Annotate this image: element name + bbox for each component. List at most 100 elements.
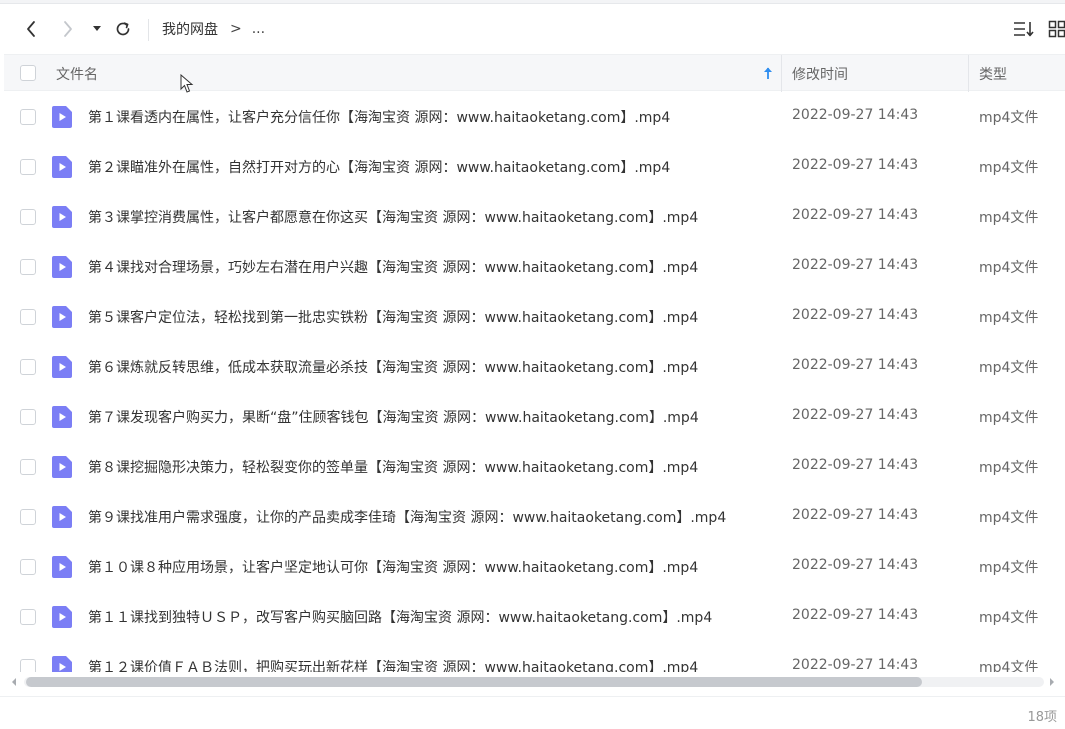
video-file-icon: [52, 256, 72, 278]
file-mtime: 2022-09-27 14:43: [792, 607, 919, 623]
row-checkbox[interactable]: [20, 259, 36, 275]
refresh-button[interactable]: [112, 18, 134, 40]
file-type: mp4文件: [979, 110, 1039, 126]
row-checkbox[interactable]: [20, 509, 36, 525]
forward-button[interactable]: [57, 18, 79, 40]
file-row[interactable]: 第８课挖掘隐形决策力，轻松裂变你的签单量【海淘宝资 源网：www.haitaok…: [4, 442, 1065, 492]
column-divider[interactable]: [968, 55, 969, 92]
file-row[interactable]: 第９课找准用户需求强度，让你的产品卖成李佳琦【海淘宝资 源网：www.haita…: [4, 492, 1065, 542]
scrollbar-thumb[interactable]: [26, 677, 922, 687]
file-browser-window: 我的网盘 > ... 文件名 修改时间 类型 第１课看透内在属性，让客户充分信任…: [0, 0, 1065, 729]
video-file-icon: [52, 456, 72, 478]
sort-ascending-indicator[interactable]: [761, 65, 775, 81]
caret-down-icon: [93, 26, 101, 31]
file-list-header: 文件名 修改时间 类型: [4, 54, 1065, 92]
breadcrumb-separator: >: [230, 21, 242, 37]
file-mtime: 2022-09-27 14:43: [792, 107, 919, 123]
file-type: mp4文件: [979, 160, 1039, 176]
file-name[interactable]: 第６课炼就反转思维，低成本获取流量必杀技【海淘宝资 源网：www.haitaok…: [88, 357, 698, 377]
sort-list-icon: [1014, 22, 1034, 37]
row-checkbox[interactable]: [20, 359, 36, 375]
select-all-checkbox[interactable]: [20, 65, 36, 81]
breadcrumb: 我的网盘 > ...: [162, 18, 265, 40]
breadcrumb-more[interactable]: ...: [252, 21, 265, 37]
file-mtime: 2022-09-27 14:43: [792, 657, 919, 672]
grid-view-icon: [1048, 20, 1065, 38]
mouse-cursor-icon: [180, 74, 194, 93]
column-header-mtime[interactable]: 修改时间: [792, 64, 848, 84]
file-row[interactable]: 第１０课８种应用场景，让客户坚定地认可你【海淘宝资 源网：www.haitaok…: [4, 542, 1065, 592]
sort-button[interactable]: [1012, 18, 1036, 40]
file-name[interactable]: 第２课瞄准外在属性，自然打开对方的心【海淘宝资 源网：www.haitaoket…: [88, 157, 670, 177]
file-mtime: 2022-09-27 14:43: [792, 407, 919, 423]
file-row[interactable]: 第１１课找到独特ＵＳＰ，改写客户购买脑回路【海淘宝资 源网：www.haitao…: [4, 592, 1065, 642]
video-file-icon: [52, 656, 72, 672]
file-name[interactable]: 第７课发现客户购买力，果断“盘”住顾客钱包【海淘宝资 源网：www.haitao…: [88, 407, 699, 427]
row-checkbox[interactable]: [20, 309, 36, 325]
file-mtime: 2022-09-27 14:43: [792, 207, 919, 223]
row-checkbox[interactable]: [20, 609, 36, 625]
toolbar: 我的网盘 > ...: [0, 4, 1065, 54]
row-checkbox[interactable]: [20, 659, 36, 672]
file-mtime: 2022-09-27 14:43: [792, 307, 919, 323]
video-file-icon: [52, 406, 72, 428]
file-row[interactable]: 第６课炼就反转思维，低成本获取流量必杀技【海淘宝资 源网：www.haitaok…: [4, 342, 1065, 392]
file-type: mp4文件: [979, 410, 1039, 426]
file-row[interactable]: 第５课客户定位法，轻松找到第一批忠实铁粉【海淘宝资 源网：www.haitaok…: [4, 292, 1065, 342]
file-type: mp4文件: [979, 460, 1039, 476]
file-name[interactable]: 第１１课找到独特ＵＳＰ，改写客户购买脑回路【海淘宝资 源网：www.haitao…: [88, 607, 712, 627]
video-file-icon: [52, 506, 72, 528]
file-row[interactable]: 第２课瞄准外在属性，自然打开对方的心【海淘宝资 源网：www.haitaoket…: [4, 142, 1065, 192]
refresh-icon: [116, 22, 130, 36]
video-file-icon: [52, 106, 72, 128]
row-checkbox[interactable]: [20, 459, 36, 475]
history-dropdown-button[interactable]: [88, 18, 106, 40]
file-type: mp4文件: [979, 310, 1039, 326]
file-type: mp4文件: [979, 560, 1039, 576]
file-name[interactable]: 第５课客户定位法，轻松找到第一批忠实铁粉【海淘宝资 源网：www.haitaok…: [88, 307, 698, 327]
horizontal-scrollbar[interactable]: [4, 673, 1065, 691]
file-type: mp4文件: [979, 210, 1039, 226]
row-checkbox[interactable]: [20, 159, 36, 175]
file-name[interactable]: 第９课找准用户需求强度，让你的产品卖成李佳琦【海淘宝资 源网：www.haita…: [88, 507, 726, 527]
column-header-type[interactable]: 类型: [979, 64, 1007, 84]
video-file-icon: [52, 556, 72, 578]
breadcrumb-root[interactable]: 我的网盘: [162, 19, 218, 39]
file-name[interactable]: 第４课找对合理场景，巧妙左右潜在用户兴趣【海淘宝资 源网：www.haitaok…: [88, 257, 698, 277]
chevron-left-icon: [27, 21, 35, 37]
file-row[interactable]: 第４课找对合理场景，巧妙左右潜在用户兴趣【海淘宝资 源网：www.haitaok…: [4, 242, 1065, 292]
file-name[interactable]: 第８课挖掘隐形决策力，轻松裂变你的签单量【海淘宝资 源网：www.haitaok…: [88, 457, 698, 477]
file-row[interactable]: 第３课掌控消费属性，让客户都愿意在你这买【海淘宝资 源网：www.haitaok…: [4, 192, 1065, 242]
file-name[interactable]: 第１课看透内在属性，让客户充分信任你【海淘宝资 源网：www.haitaoket…: [88, 107, 670, 127]
row-checkbox[interactable]: [20, 409, 36, 425]
item-count: 18项: [1027, 710, 1057, 725]
video-file-icon: [52, 206, 72, 228]
column-divider[interactable]: [781, 55, 782, 92]
row-checkbox[interactable]: [20, 109, 36, 125]
file-mtime: 2022-09-27 14:43: [792, 157, 919, 173]
file-name[interactable]: 第１０课８种应用场景，让客户坚定地认可你【海淘宝资 源网：www.haitaok…: [88, 557, 698, 577]
chevron-right-icon: [64, 21, 72, 37]
video-file-icon: [52, 356, 72, 378]
column-header-name[interactable]: 文件名: [56, 64, 98, 84]
scroll-left-icon[interactable]: [10, 677, 18, 687]
file-mtime: 2022-09-27 14:43: [792, 507, 919, 523]
back-button[interactable]: [20, 18, 42, 40]
file-row[interactable]: 第１课看透内在属性，让客户充分信任你【海淘宝资 源网：www.haitaoket…: [4, 92, 1065, 142]
row-checkbox[interactable]: [20, 209, 36, 225]
toolbar-divider: [148, 19, 149, 41]
file-row[interactable]: 第７课发现客户购买力，果断“盘”住顾客钱包【海淘宝资 源网：www.haitao…: [4, 392, 1065, 442]
file-name[interactable]: 第３课掌控消费属性，让客户都愿意在你这买【海淘宝资 源网：www.haitaok…: [88, 207, 698, 227]
file-type: mp4文件: [979, 510, 1039, 526]
file-mtime: 2022-09-27 14:43: [792, 557, 919, 573]
scroll-right-icon[interactable]: [1048, 677, 1056, 687]
file-type: mp4文件: [979, 360, 1039, 376]
file-type: mp4文件: [979, 260, 1039, 276]
file-mtime: 2022-09-27 14:43: [792, 357, 919, 373]
video-file-icon: [52, 156, 72, 178]
grid-view-button[interactable]: [1047, 18, 1065, 40]
arrow-up-icon: [764, 67, 772, 79]
file-name[interactable]: 第１２课价值ＦＡＢ法则，把购买玩出新花样【海淘宝资 源网：www.haitaok…: [88, 657, 698, 672]
file-row[interactable]: 第１２课价值ＦＡＢ法则，把购买玩出新花样【海淘宝资 源网：www.haitaok…: [4, 642, 1065, 672]
row-checkbox[interactable]: [20, 559, 36, 575]
